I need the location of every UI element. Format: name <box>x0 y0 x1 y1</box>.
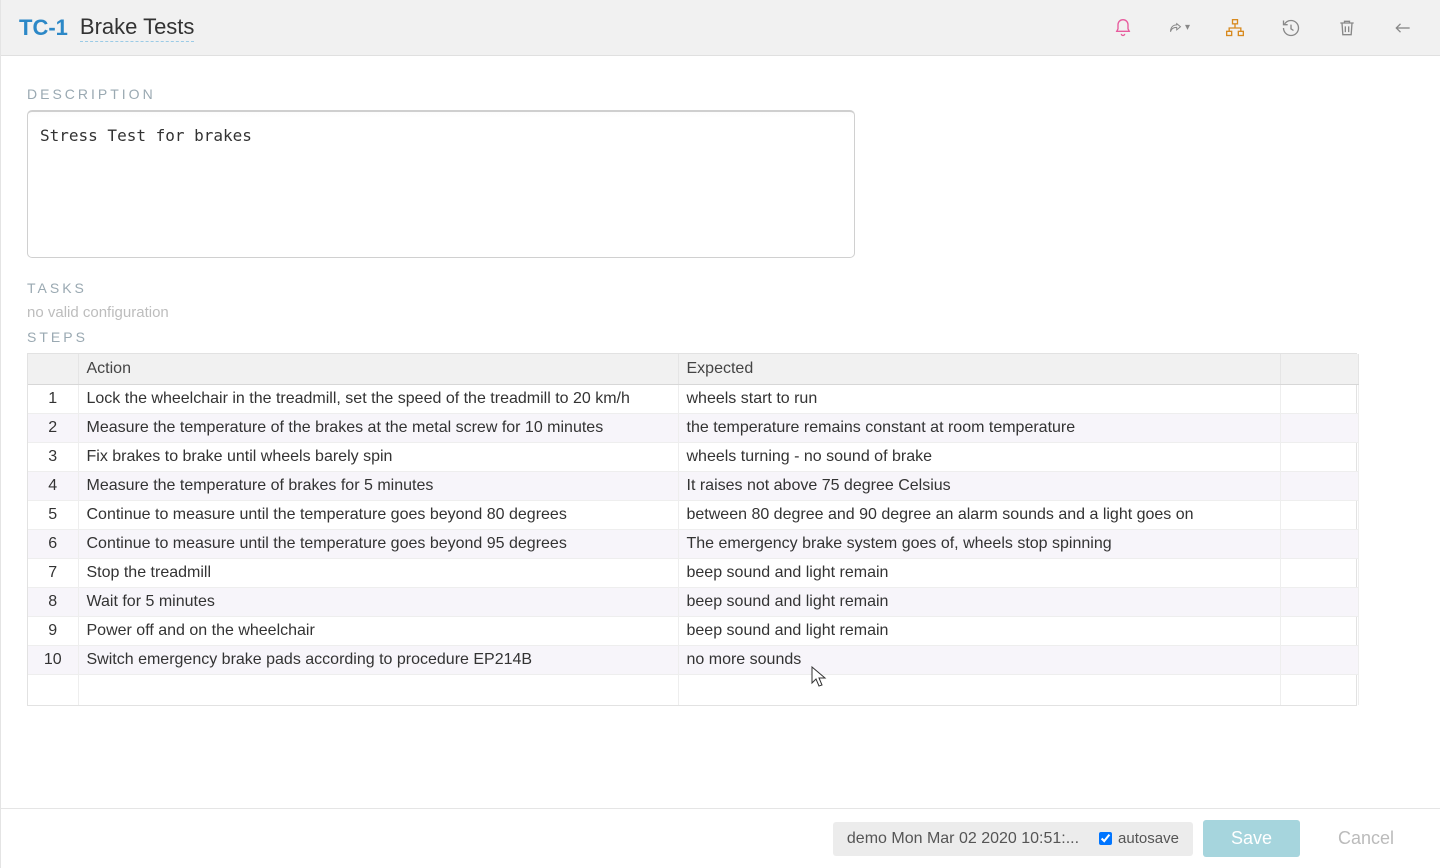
steps-table[interactable]: Action Expected 1Lock the wheelchair in … <box>28 354 1359 705</box>
step-action[interactable]: Measure the temperature of the brakes at… <box>78 414 678 443</box>
step-extra[interactable] <box>1280 443 1358 472</box>
autosave-checkbox[interactable] <box>1099 832 1112 845</box>
step-expected[interactable]: beep sound and light remain <box>678 588 1280 617</box>
step-number: 9 <box>28 617 78 646</box>
col-header-number[interactable] <box>28 354 78 385</box>
step-number: 2 <box>28 414 78 443</box>
step-extra[interactable] <box>1280 414 1358 443</box>
save-button[interactable]: Save <box>1203 820 1300 857</box>
step-number: 10 <box>28 646 78 675</box>
autosave-label: autosave <box>1118 830 1179 847</box>
step-extra[interactable] <box>1280 530 1358 559</box>
test-case-title[interactable]: Brake Tests <box>80 14 195 42</box>
col-header-extra[interactable] <box>1280 354 1358 385</box>
table-row[interactable]: 3Fix brakes to brake until wheels barely… <box>28 443 1358 472</box>
step-action[interactable]: Wait for 5 minutes <box>78 588 678 617</box>
header-toolbar: ▾ <box>1112 17 1420 39</box>
step-number: 1 <box>28 385 78 414</box>
share-dropdown[interactable]: ▾ <box>1168 17 1190 39</box>
step-number: 4 <box>28 472 78 501</box>
step-extra[interactable] <box>1280 501 1358 530</box>
table-row[interactable]: 1Lock the wheelchair in the treadmill, s… <box>28 385 1358 414</box>
step-extra[interactable] <box>1280 588 1358 617</box>
step-expected[interactable]: the temperature remains constant at room… <box>678 414 1280 443</box>
tasks-heading: TASKS <box>27 280 1414 296</box>
step-expected[interactable]: no more sounds <box>678 646 1280 675</box>
step-action[interactable]: Stop the treadmill <box>78 559 678 588</box>
step-extra[interactable] <box>1280 646 1358 675</box>
step-number: 5 <box>28 501 78 530</box>
step-action[interactable]: Continue to measure until the temperatur… <box>78 501 678 530</box>
step-action[interactable]: Measure the temperature of brakes for 5 … <box>78 472 678 501</box>
tasks-empty-message: no valid configuration <box>27 304 1414 321</box>
table-row[interactable]: 2Measure the temperature of the brakes a… <box>28 414 1358 443</box>
table-row[interactable]: 8Wait for 5 minutesbeep sound and light … <box>28 588 1358 617</box>
table-row[interactable]: 10Switch emergency brake pads according … <box>28 646 1358 675</box>
bell-icon[interactable] <box>1112 17 1134 39</box>
step-extra[interactable] <box>1280 617 1358 646</box>
steps-table-wrap: Action Expected 1Lock the wheelchair in … <box>27 353 1357 706</box>
col-header-action[interactable]: Action <box>78 354 678 385</box>
autosave-toggle[interactable]: autosave <box>1099 830 1179 847</box>
description-field[interactable] <box>27 110 855 258</box>
main-content: DESCRIPTION TASKS no valid configuration… <box>1 56 1440 808</box>
col-header-expected[interactable]: Expected <box>678 354 1280 385</box>
hierarchy-icon[interactable] <box>1224 17 1246 39</box>
chevron-down-icon: ▾ <box>1185 22 1190 33</box>
cancel-button[interactable]: Cancel <box>1310 820 1422 857</box>
step-extra[interactable] <box>1280 559 1358 588</box>
step-action[interactable]: Switch emergency brake pads according to… <box>78 646 678 675</box>
back-icon[interactable] <box>1392 17 1414 39</box>
table-row[interactable]: 4Measure the temperature of brakes for 5… <box>28 472 1358 501</box>
step-number: 3 <box>28 443 78 472</box>
status-chip: demo Mon Mar 02 2020 10:51:... autosave <box>833 822 1193 856</box>
status-text: demo Mon Mar 02 2020 10:51:... <box>847 830 1079 848</box>
test-case-id[interactable]: TC-1 <box>19 15 68 41</box>
step-expected[interactable]: beep sound and light remain <box>678 559 1280 588</box>
table-row[interactable]: 5Continue to measure until the temperatu… <box>28 501 1358 530</box>
description-heading: DESCRIPTION <box>27 86 1414 102</box>
step-action[interactable]: Lock the wheelchair in the treadmill, se… <box>78 385 678 414</box>
step-extra[interactable] <box>1280 472 1358 501</box>
step-expected[interactable]: The emergency brake system goes of, whee… <box>678 530 1280 559</box>
page-header: TC-1 Brake Tests ▾ <box>1 0 1440 56</box>
step-expected[interactable]: It raises not above 75 degree Celsius <box>678 472 1280 501</box>
step-extra[interactable] <box>1280 385 1358 414</box>
step-expected[interactable]: beep sound and light remain <box>678 617 1280 646</box>
table-row[interactable]: 9Power off and on the wheelchairbeep sou… <box>28 617 1358 646</box>
step-action[interactable]: Continue to measure until the temperatur… <box>78 530 678 559</box>
step-expected[interactable]: wheels turning - no sound of brake <box>678 443 1280 472</box>
step-number: 8 <box>28 588 78 617</box>
table-row-blank[interactable] <box>28 675 1358 705</box>
steps-heading: STEPS <box>27 329 1414 345</box>
table-row[interactable]: 6Continue to measure until the temperatu… <box>28 530 1358 559</box>
footer-bar: demo Mon Mar 02 2020 10:51:... autosave … <box>1 808 1440 868</box>
step-number: 6 <box>28 530 78 559</box>
step-expected[interactable]: wheels start to run <box>678 385 1280 414</box>
step-action[interactable]: Power off and on the wheelchair <box>78 617 678 646</box>
step-action[interactable]: Fix brakes to brake until wheels barely … <box>78 443 678 472</box>
step-number: 7 <box>28 559 78 588</box>
trash-icon[interactable] <box>1336 17 1358 39</box>
table-row[interactable]: 7Stop the treadmillbeep sound and light … <box>28 559 1358 588</box>
step-expected[interactable]: between 80 degree and 90 degree an alarm… <box>678 501 1280 530</box>
history-icon[interactable] <box>1280 17 1302 39</box>
